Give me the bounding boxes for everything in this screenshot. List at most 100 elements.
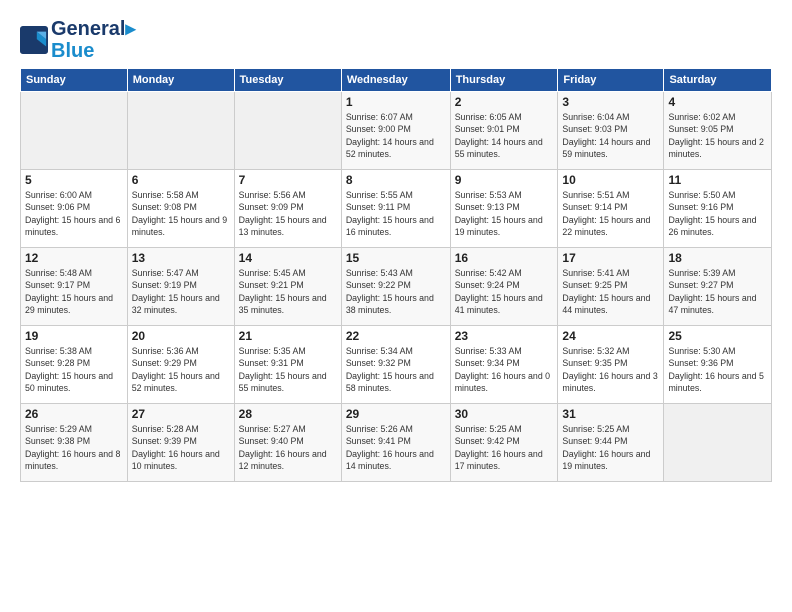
- calendar-week-4: 19 Sunrise: 5:38 AM Sunset: 9:28 PM Dayli…: [21, 326, 772, 404]
- day-number: 14: [239, 251, 337, 265]
- day-detail: Sunrise: 5:26 AM Sunset: 9:41 PM Dayligh…: [346, 423, 446, 472]
- weekday-header-wednesday: Wednesday: [341, 69, 450, 92]
- day-number: 20: [132, 329, 230, 343]
- calendar-cell: 26 Sunrise: 5:29 AM Sunset: 9:38 PM Dayli…: [21, 404, 128, 482]
- day-detail: Sunrise: 5:41 AM Sunset: 9:25 PM Dayligh…: [562, 267, 659, 316]
- day-number: 16: [455, 251, 554, 265]
- day-number: 15: [346, 251, 446, 265]
- calendar-week-3: 12 Sunrise: 5:48 AM Sunset: 9:17 PM Dayli…: [21, 248, 772, 326]
- day-number: 8: [346, 173, 446, 187]
- calendar-cell: 20 Sunrise: 5:36 AM Sunset: 9:29 PM Dayli…: [127, 326, 234, 404]
- calendar-cell: [664, 404, 772, 482]
- day-detail: Sunrise: 5:38 AM Sunset: 9:28 PM Dayligh…: [25, 345, 123, 394]
- calendar-cell: [21, 92, 128, 170]
- calendar-cell: 13 Sunrise: 5:47 AM Sunset: 9:19 PM Dayli…: [127, 248, 234, 326]
- day-detail: Sunrise: 5:42 AM Sunset: 9:24 PM Dayligh…: [455, 267, 554, 316]
- calendar-cell: 18 Sunrise: 5:39 AM Sunset: 9:27 PM Dayli…: [664, 248, 772, 326]
- calendar-cell: 17 Sunrise: 5:41 AM Sunset: 9:25 PM Dayli…: [558, 248, 664, 326]
- calendar-cell: 9Sunrise: 5:53 AM Sunset: 9:13 PM Daylig…: [450, 170, 558, 248]
- day-detail: Sunrise: 5:33 AM Sunset: 9:34 PM Dayligh…: [455, 345, 554, 394]
- day-number: 24: [562, 329, 659, 343]
- weekday-header-saturday: Saturday: [664, 69, 772, 92]
- calendar-cell: 25 Sunrise: 5:30 AM Sunset: 9:36 PM Dayli…: [664, 326, 772, 404]
- calendar-week-2: 5Sunrise: 6:00 AM Sunset: 9:06 PM Daylig…: [21, 170, 772, 248]
- day-detail: Sunrise: 5:28 AM Sunset: 9:39 PM Dayligh…: [132, 423, 230, 472]
- calendar-cell: 16 Sunrise: 5:42 AM Sunset: 9:24 PM Dayli…: [450, 248, 558, 326]
- day-number: 2: [455, 95, 554, 109]
- calendar-cell: 29 Sunrise: 5:26 AM Sunset: 9:41 PM Dayli…: [341, 404, 450, 482]
- day-number: 31: [562, 407, 659, 421]
- calendar-cell: 14 Sunrise: 5:45 AM Sunset: 9:21 PM Dayli…: [234, 248, 341, 326]
- day-detail: Sunrise: 5:29 AM Sunset: 9:38 PM Dayligh…: [25, 423, 123, 472]
- day-number: 1: [346, 95, 446, 109]
- day-detail: Sunrise: 6:02 AM Sunset: 9:05 PM Dayligh…: [668, 111, 767, 160]
- calendar-cell: 10Sunrise: 5:51 AM Sunset: 9:14 PM Dayli…: [558, 170, 664, 248]
- day-detail: Sunrise: 5:45 AM Sunset: 9:21 PM Dayligh…: [239, 267, 337, 316]
- calendar-page: General▸ Blue SundayMondayTuesdayWednesd…: [0, 0, 792, 492]
- day-detail: Sunrise: 6:04 AM Sunset: 9:03 PM Dayligh…: [562, 111, 659, 160]
- day-detail: Sunrise: 5:43 AM Sunset: 9:22 PM Dayligh…: [346, 267, 446, 316]
- weekday-header-monday: Monday: [127, 69, 234, 92]
- day-number: 13: [132, 251, 230, 265]
- day-detail: Sunrise: 5:47 AM Sunset: 9:19 PM Dayligh…: [132, 267, 230, 316]
- day-detail: Sunrise: 5:58 AM Sunset: 9:08 PM Dayligh…: [132, 189, 230, 238]
- day-detail: Sunrise: 5:25 AM Sunset: 9:44 PM Dayligh…: [562, 423, 659, 472]
- day-number: 26: [25, 407, 123, 421]
- day-number: 27: [132, 407, 230, 421]
- day-detail: Sunrise: 5:34 AM Sunset: 9:32 PM Dayligh…: [346, 345, 446, 394]
- calendar-cell: 1 Sunrise: 6:07 AM Sunset: 9:00 PM Daylig…: [341, 92, 450, 170]
- logo-text: General▸ Blue: [51, 18, 136, 62]
- day-detail: Sunrise: 5:30 AM Sunset: 9:36 PM Dayligh…: [668, 345, 767, 394]
- day-detail: Sunrise: 6:07 AM Sunset: 9:00 PM Dayligh…: [346, 111, 446, 160]
- calendar-cell: 21 Sunrise: 5:35 AM Sunset: 9:31 PM Dayli…: [234, 326, 341, 404]
- day-detail: Sunrise: 5:25 AM Sunset: 9:42 PM Dayligh…: [455, 423, 554, 472]
- calendar-cell: 2 Sunrise: 6:05 AM Sunset: 9:01 PM Daylig…: [450, 92, 558, 170]
- logo: General▸ Blue: [20, 18, 136, 62]
- calendar-body: 1 Sunrise: 6:07 AM Sunset: 9:00 PM Daylig…: [21, 92, 772, 482]
- calendar-cell: 30 Sunrise: 5:25 AM Sunset: 9:42 PM Dayli…: [450, 404, 558, 482]
- calendar-cell: 24 Sunrise: 5:32 AM Sunset: 9:35 PM Dayli…: [558, 326, 664, 404]
- day-detail: Sunrise: 5:32 AM Sunset: 9:35 PM Dayligh…: [562, 345, 659, 394]
- calendar-cell: 27 Sunrise: 5:28 AM Sunset: 9:39 PM Dayli…: [127, 404, 234, 482]
- weekday-header-sunday: Sunday: [21, 69, 128, 92]
- weekday-header-tuesday: Tuesday: [234, 69, 341, 92]
- calendar-cell: 3Sunrise: 6:04 AM Sunset: 9:03 PM Daylig…: [558, 92, 664, 170]
- day-detail: Sunrise: 5:39 AM Sunset: 9:27 PM Dayligh…: [668, 267, 767, 316]
- calendar-week-5: 26 Sunrise: 5:29 AM Sunset: 9:38 PM Dayli…: [21, 404, 772, 482]
- calendar-cell: 19 Sunrise: 5:38 AM Sunset: 9:28 PM Dayli…: [21, 326, 128, 404]
- day-number: 21: [239, 329, 337, 343]
- day-number: 17: [562, 251, 659, 265]
- day-number: 29: [346, 407, 446, 421]
- day-number: 28: [239, 407, 337, 421]
- day-detail: Sunrise: 5:55 AM Sunset: 9:11 PM Dayligh…: [346, 189, 446, 238]
- calendar-cell: 4 Sunrise: 6:02 AM Sunset: 9:05 PM Daylig…: [664, 92, 772, 170]
- day-number: 6: [132, 173, 230, 187]
- day-number: 25: [668, 329, 767, 343]
- calendar-cell: 5Sunrise: 6:00 AM Sunset: 9:06 PM Daylig…: [21, 170, 128, 248]
- logo-icon: [20, 26, 48, 54]
- day-number: 19: [25, 329, 123, 343]
- day-number: 22: [346, 329, 446, 343]
- weekday-header-friday: Friday: [558, 69, 664, 92]
- header: General▸ Blue: [20, 18, 772, 62]
- calendar-cell: 31 Sunrise: 5:25 AM Sunset: 9:44 PM Dayli…: [558, 404, 664, 482]
- day-detail: Sunrise: 5:36 AM Sunset: 9:29 PM Dayligh…: [132, 345, 230, 394]
- day-detail: Sunrise: 5:35 AM Sunset: 9:31 PM Dayligh…: [239, 345, 337, 394]
- day-detail: Sunrise: 5:50 AM Sunset: 9:16 PM Dayligh…: [668, 189, 767, 238]
- day-number: 12: [25, 251, 123, 265]
- day-number: 11: [668, 173, 767, 187]
- day-detail: Sunrise: 6:05 AM Sunset: 9:01 PM Dayligh…: [455, 111, 554, 160]
- day-number: 4: [668, 95, 767, 109]
- weekday-header-thursday: Thursday: [450, 69, 558, 92]
- calendar-cell: 12 Sunrise: 5:48 AM Sunset: 9:17 PM Dayli…: [21, 248, 128, 326]
- calendar-cell: 11 Sunrise: 5:50 AM Sunset: 9:16 PM Dayli…: [664, 170, 772, 248]
- calendar-cell: 7Sunrise: 5:56 AM Sunset: 9:09 PM Daylig…: [234, 170, 341, 248]
- day-number: 18: [668, 251, 767, 265]
- calendar-header-row: SundayMondayTuesdayWednesdayThursdayFrid…: [21, 69, 772, 92]
- calendar-cell: 6 Sunrise: 5:58 AM Sunset: 9:08 PM Daylig…: [127, 170, 234, 248]
- calendar-cell: [234, 92, 341, 170]
- day-detail: Sunrise: 5:48 AM Sunset: 9:17 PM Dayligh…: [25, 267, 123, 316]
- calendar-table: SundayMondayTuesdayWednesdayThursdayFrid…: [20, 68, 772, 482]
- day-number: 30: [455, 407, 554, 421]
- day-number: 9: [455, 173, 554, 187]
